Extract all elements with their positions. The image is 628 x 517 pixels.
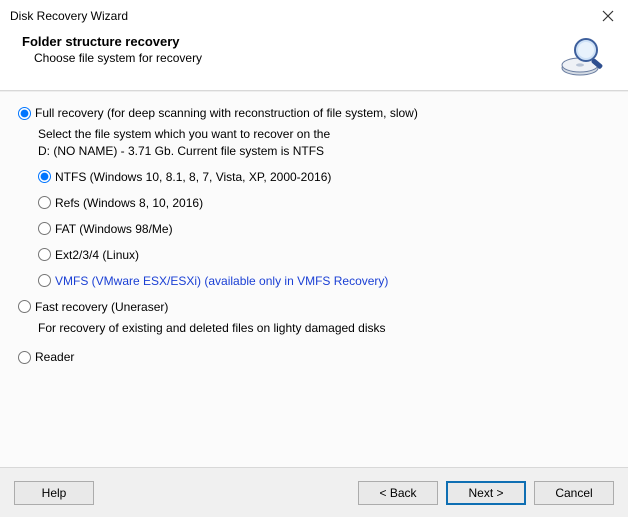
content-area: Full recovery (for deep scanning with re… [0, 91, 628, 467]
close-icon [602, 10, 614, 22]
fs-fat-radio[interactable] [38, 222, 51, 235]
mode-full-desc: Select the file system which you want to… [38, 126, 610, 160]
fs-ext-radio[interactable] [38, 248, 51, 261]
fs-vmfs-radio[interactable] [38, 274, 51, 287]
window-title: Disk Recovery Wizard [10, 9, 128, 23]
mode-full-row[interactable]: Full recovery (for deep scanning with re… [18, 106, 610, 120]
fs-ntfs-row[interactable]: NTFS (Windows 10, 8.1, 8, 7, Vista, XP, … [38, 170, 610, 184]
fs-fat-label[interactable]: FAT (Windows 98/Me) [55, 222, 173, 236]
fs-fat-row[interactable]: FAT (Windows 98/Me) [38, 222, 610, 236]
help-button[interactable]: Help [14, 481, 94, 505]
fs-refs-radio[interactable] [38, 196, 51, 209]
magnifier-disk-icon [558, 32, 606, 80]
page-title: Folder structure recovery [22, 34, 202, 49]
mode-reader-radio[interactable] [18, 351, 31, 364]
header-text: Folder structure recovery Choose file sy… [22, 34, 202, 65]
fs-ext-label[interactable]: Ext2/3/4 (Linux) [55, 248, 139, 262]
mode-fast-label[interactable]: Fast recovery (Uneraser) [35, 300, 168, 314]
fs-ntfs-radio[interactable] [38, 170, 51, 183]
mode-full-radio[interactable] [18, 107, 31, 120]
fs-ext-row[interactable]: Ext2/3/4 (Linux) [38, 248, 610, 262]
mode-reader-label[interactable]: Reader [35, 350, 74, 364]
mode-fast-desc: For recovery of existing and deleted fil… [38, 320, 610, 337]
page-subtitle: Choose file system for recovery [34, 51, 202, 65]
close-button[interactable] [598, 6, 618, 26]
full-desc-line2: D: (NO NAME) - 3.71 Gb. Current file sys… [38, 143, 610, 160]
fs-refs-label[interactable]: Refs (Windows 8, 10, 2016) [55, 196, 203, 210]
fs-ntfs-label[interactable]: NTFS (Windows 10, 8.1, 8, 7, Vista, XP, … [55, 170, 331, 184]
header: Folder structure recovery Choose file sy… [0, 30, 628, 90]
cancel-button[interactable]: Cancel [534, 481, 614, 505]
fs-refs-row[interactable]: Refs (Windows 8, 10, 2016) [38, 196, 610, 210]
mode-fast-row[interactable]: Fast recovery (Uneraser) [18, 300, 610, 314]
fs-vmfs-label[interactable]: VMFS (VMware ESX/ESXi) (available only i… [55, 274, 388, 288]
full-desc-line1: Select the file system which you want to… [38, 126, 610, 143]
mode-full-label[interactable]: Full recovery (for deep scanning with re… [35, 106, 418, 120]
next-button[interactable]: Next > [446, 481, 526, 505]
mode-reader-row[interactable]: Reader [18, 350, 610, 364]
filesystem-options: NTFS (Windows 10, 8.1, 8, 7, Vista, XP, … [38, 170, 610, 288]
fs-vmfs-row[interactable]: VMFS (VMware ESX/ESXi) (available only i… [38, 274, 610, 288]
back-button[interactable]: < Back [358, 481, 438, 505]
mode-fast-radio[interactable] [18, 300, 31, 313]
titlebar: Disk Recovery Wizard [0, 0, 628, 30]
